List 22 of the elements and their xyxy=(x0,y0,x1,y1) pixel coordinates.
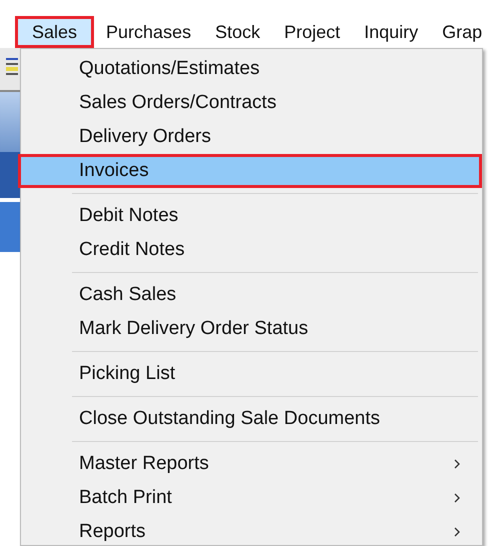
menu-bar-item[interactable]: Stock xyxy=(203,16,272,48)
menu-item[interactable]: Delivery Orders xyxy=(18,120,482,154)
menu-bar-item[interactable]: Purchases xyxy=(94,16,204,48)
menu-item[interactable]: Master Reports xyxy=(18,447,482,481)
menu-item[interactable]: Sales Orders/Contracts xyxy=(18,86,482,120)
menu-item[interactable]: Debit Notes xyxy=(18,199,482,233)
menu-item[interactable]: Cash Sales xyxy=(18,278,482,312)
menu-bar-item[interactable]: Sales xyxy=(15,16,94,48)
menu-item[interactable]: Invoices xyxy=(18,154,482,188)
menu-item[interactable]: Credit Notes xyxy=(18,233,482,267)
menu-item[interactable]: Picking List xyxy=(18,357,482,391)
menu-item[interactable]: Quotations/Estimates xyxy=(18,52,482,86)
chevron-right-icon xyxy=(453,526,461,538)
menu-item[interactable]: Reports xyxy=(18,515,482,546)
menu-bar-item[interactable]: Inquiry xyxy=(352,16,430,48)
menu-bar-item[interactable]: Project xyxy=(272,16,352,48)
menu-item[interactable]: Batch Print xyxy=(18,481,482,515)
chevron-right-icon xyxy=(453,492,461,504)
menu-item[interactable]: Mark Delivery Order Status xyxy=(18,312,482,346)
menu-item[interactable]: Close Outstanding Sale Documents xyxy=(18,402,482,436)
chevron-right-icon xyxy=(453,458,461,470)
menu-bar-item[interactable]: Grap xyxy=(430,16,491,48)
